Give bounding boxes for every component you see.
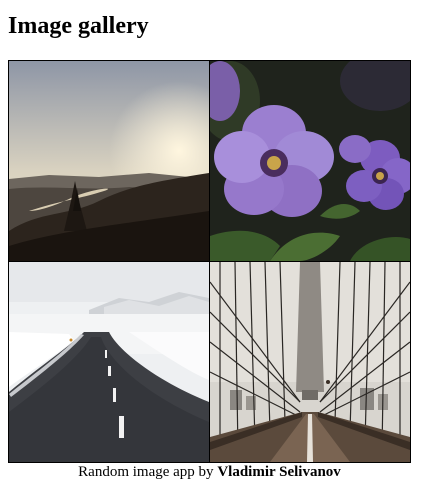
road-photo [9,262,209,462]
landscape-photo [9,61,209,261]
flowers-photo [210,61,410,261]
footer-text: Random image app by [78,464,214,480]
bridge-photo [210,262,410,462]
image-gallery-grid [8,60,411,463]
page-title: Image gallery [8,13,149,39]
footer-credit: Random image app by Vladimir Selivanov [8,463,411,481]
gallery-image-flowers[interactable] [210,61,410,261]
gallery-image-road[interactable] [9,262,209,462]
footer-author: Vladimir Selivanov [217,464,341,480]
gallery-image-bridge[interactable] [210,262,410,462]
gallery-image-landscape[interactable] [9,61,209,261]
